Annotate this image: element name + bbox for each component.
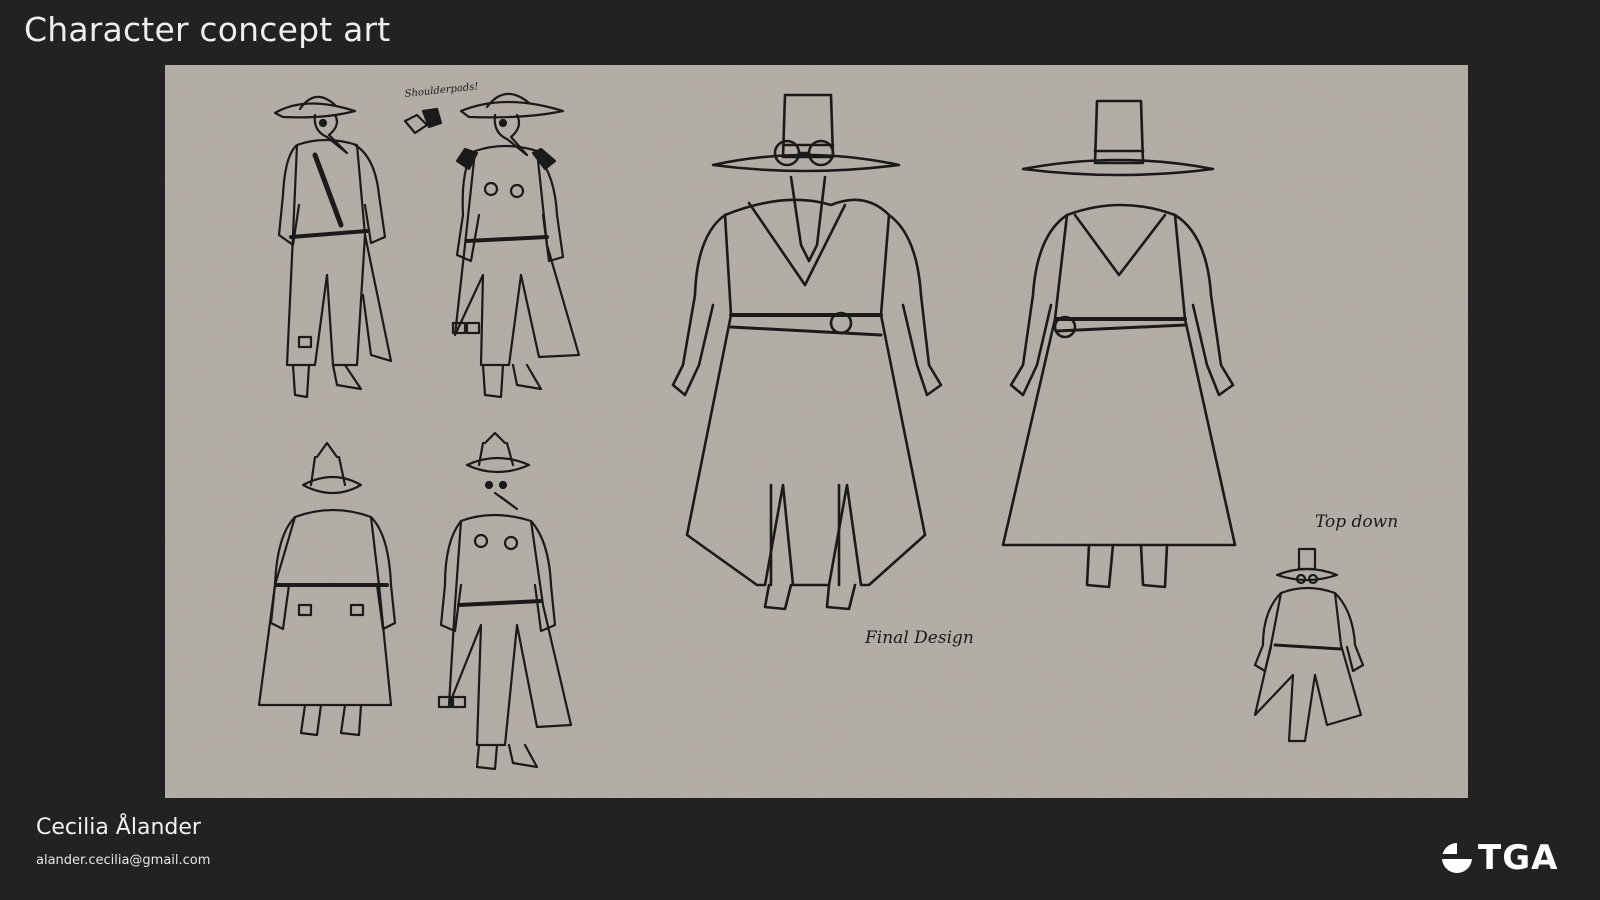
note-final-design: Final Design <box>864 628 974 648</box>
artist-email: alander.cecilia@gmail.com <box>36 853 211 868</box>
tga-logo-icon <box>1442 843 1472 873</box>
page-title: Character concept art <box>24 10 391 49</box>
logo-text: TGA <box>1478 838 1559 878</box>
note-top-down: Top down <box>1315 512 1398 532</box>
concept-art-sheet: Shoulderpads! Final Design Top down <box>165 65 1468 798</box>
artist-name: Cecilia Ålander <box>36 815 201 840</box>
tga-logo: TGA <box>1440 838 1558 878</box>
